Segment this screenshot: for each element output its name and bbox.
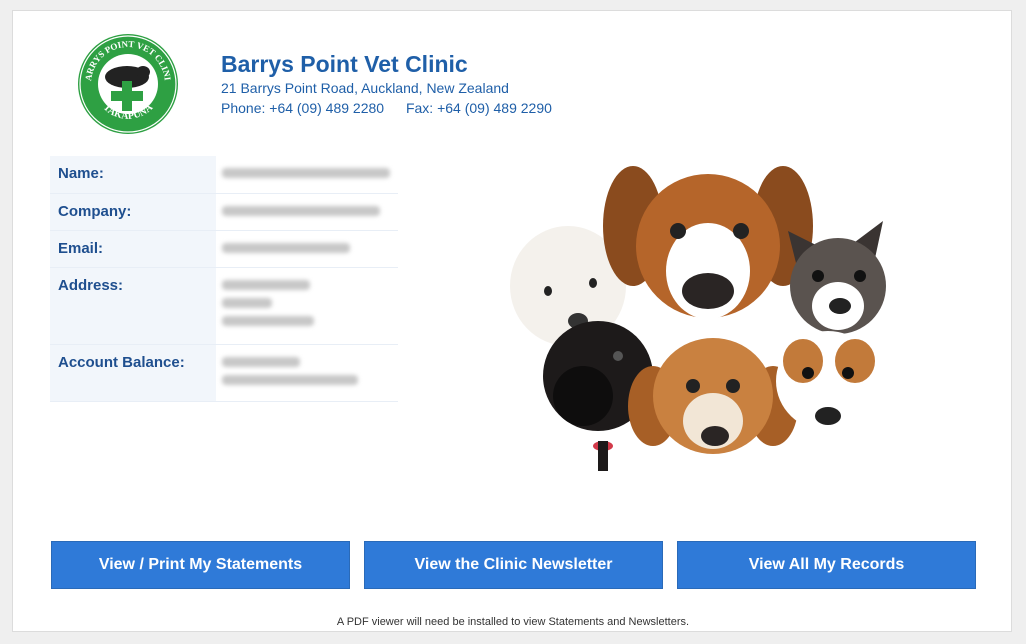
info-row-email: Email:	[50, 230, 398, 268]
view-newsletter-button[interactable]: View the Clinic Newsletter	[364, 541, 663, 589]
portal-card: BARRYS POINT VET CLINIC TAKAPUNA Barrys …	[12, 10, 1012, 632]
clinic-address: 21 Barrys Point Road, Auckland, New Zeal…	[221, 80, 509, 96]
customer-info-table: Name: Company: Email: Address: Account B…	[50, 156, 398, 402]
address-label: Address:	[50, 267, 216, 345]
terrier-illustration	[776, 331, 880, 431]
company-label: Company:	[50, 193, 216, 231]
info-row-address: Address:	[50, 267, 398, 345]
name-value-redacted	[216, 156, 398, 194]
view-records-button[interactable]: View All My Records	[677, 541, 976, 589]
address-value-redacted	[216, 267, 398, 345]
info-row-name: Name:	[50, 156, 398, 194]
balance-label: Account Balance:	[50, 344, 216, 402]
clinic-name: Barrys Point Vet Clinic	[221, 51, 468, 77]
clinic-contact: Phone: +64 (09) 489 2280 Fax: +64 (09) 4…	[221, 100, 552, 116]
clinic-phone: Phone: +64 (09) 489 2280	[221, 100, 385, 116]
info-row-company: Company:	[50, 193, 398, 231]
email-label: Email:	[50, 230, 216, 268]
email-value-redacted	[216, 230, 398, 268]
balance-value-redacted	[216, 344, 398, 402]
beagle-illustration	[603, 166, 813, 319]
clinic-fax: Fax: +64 (09) 489 2290	[405, 100, 552, 116]
info-row-balance: Account Balance:	[50, 344, 398, 402]
dogs-photo	[510, 166, 886, 471]
spaniel-illustration	[628, 338, 798, 454]
pdf-viewer-note: A PDF viewer will need be installed to v…	[336, 616, 690, 628]
company-value-redacted	[216, 193, 398, 231]
view-statements-button[interactable]: View / Print My Statements	[51, 541, 350, 589]
name-label: Name:	[50, 156, 216, 194]
clinic-logo: BARRYS POINT VET CLINIC TAKAPUNA	[77, 33, 178, 134]
